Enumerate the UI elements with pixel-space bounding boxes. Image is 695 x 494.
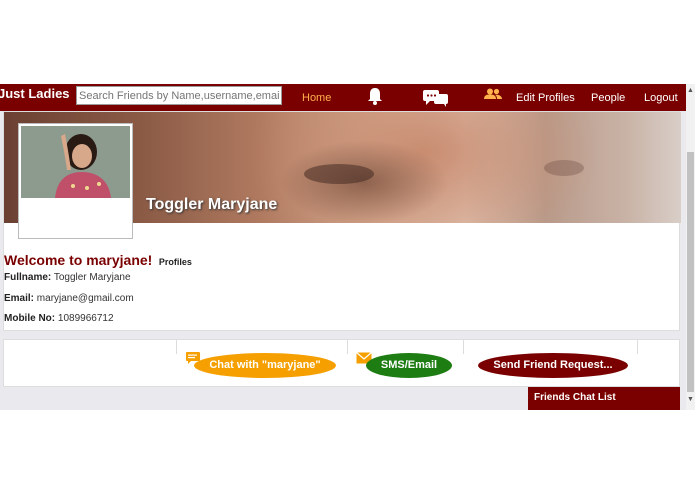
chat-button[interactable]: Chat with "maryjane" [194,353,336,378]
top-navbar: Just Ladies Home [0,84,686,111]
search-input[interactable] [76,86,282,105]
scroll-up-arrow-icon[interactable]: ▲ [687,87,694,94]
friends-chat-list-title: Friends Chat List [534,392,616,403]
email-label: Email: [4,293,35,304]
friends-chat-list-bar[interactable]: Friends Chat List [528,387,680,410]
divider [176,340,177,354]
nav-people-link[interactable]: People [591,92,625,104]
action-card: Chat with "maryjane" SMS/Email Send Frie… [3,339,680,387]
divider [347,340,348,354]
fullname-value: Toggler Maryjane [53,272,131,283]
cover-profile-name: Toggler Maryjane [146,196,278,213]
welcome-subtitle: Profiles [158,257,192,267]
scrollbar-thumb[interactable] [687,152,694,392]
mobile-label: Mobile No: [4,313,56,324]
sms-email-button[interactable]: SMS/Email [366,353,452,378]
nav-edit-profiles-link[interactable]: Edit Profiles [516,92,575,104]
avatar-photo [21,126,130,198]
avatar[interactable] [18,123,133,239]
profile-card: Toggler Maryjane Welcome to maryjane! Pr… [3,111,681,331]
chat-bubbles-icon[interactable] [422,89,450,112]
scrollbar[interactable]: ▲ ▼ [686,84,695,410]
divider [637,340,638,354]
send-friend-request-button[interactable]: Send Friend Request... [478,353,628,378]
email-row: Email: maryjane@gmail.com [4,293,134,304]
nav-logout-link[interactable]: Logout [644,92,678,104]
fullname-row: Fullname: Toggler Maryjane [4,272,131,283]
nav-home-link[interactable]: Home [302,92,331,104]
browser-viewport: Just Ladies Home [0,84,695,410]
bell-icon[interactable] [366,86,384,111]
mobile-row: Mobile No: 1089966712 [4,313,114,324]
friends-icon[interactable] [484,87,502,105]
mobile-value: 1089966712 [57,313,114,324]
fullname-label: Fullname: [4,272,52,283]
email-value: maryjane@gmail.com [36,293,134,304]
welcome-text: Welcome to maryjane! [4,252,153,268]
brand-logo[interactable]: Just Ladies [0,86,70,101]
scroll-down-arrow-icon[interactable]: ▼ [687,396,694,403]
cover-photo-detail [304,164,374,184]
divider [463,340,464,354]
welcome-heading: Welcome to maryjane! Profiles [4,252,192,270]
cover-photo-detail [544,160,584,176]
